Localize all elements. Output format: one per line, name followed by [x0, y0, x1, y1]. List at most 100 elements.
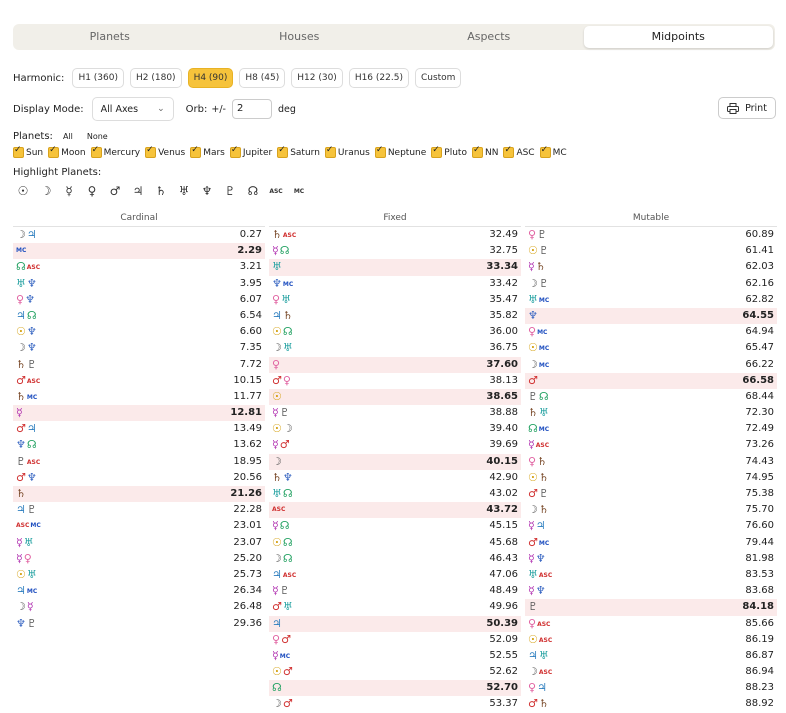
planet-checkbox-mars[interactable]: Mars [190, 145, 225, 158]
node-icon: ☊ [279, 244, 290, 258]
moon-icon: ☽ [16, 228, 26, 241]
highlight-neptune-icon[interactable]: ♆ [198, 184, 216, 198]
highlight-mc-icon[interactable]: MC [290, 188, 308, 195]
tab-planets[interactable]: Planets [15, 26, 205, 48]
mc-icon: MC [538, 539, 550, 547]
harmonic-button[interactable]: H4 (90) [187, 68, 234, 88]
planet-checkbox-uranus[interactable]: Uranus [324, 145, 370, 158]
harmonic-button[interactable]: H16 (22.5) [348, 68, 409, 88]
highlight-pluto-icon[interactable]: ♇ [221, 184, 239, 198]
midpoint-value: 6.07 [239, 293, 262, 305]
checkbox-checked-icon [145, 145, 157, 158]
venus-icon: ♀ [528, 616, 537, 630]
jupiter-icon: ♃ [26, 228, 37, 241]
midpoint-value: 6.60 [239, 326, 262, 338]
highlight-uranus-icon[interactable]: ♅ [175, 184, 193, 198]
midpoint-value: 48.49 [489, 585, 518, 597]
highlight-jupiter-icon[interactable]: ♃ [129, 184, 147, 198]
orb-input[interactable]: 2 [231, 99, 272, 119]
highlight-venus-icon[interactable]: ♀ [83, 184, 101, 198]
planet-checkbox-neptune[interactable]: Neptune [374, 145, 426, 158]
mercury-icon: ☿ [26, 600, 34, 614]
planet-checkbox-label: Moon [61, 147, 86, 158]
midpoint-value: 45.15 [489, 520, 518, 532]
moon-icon: ☽ [528, 503, 538, 517]
midpoint-row: ♄MC 11.77 [13, 389, 265, 405]
midpoint-row: ♇☊ 68.44 [525, 389, 777, 405]
midpoint-value: 52.70 [486, 682, 518, 694]
midpoint-pair: ♀♂ [272, 632, 292, 649]
midpoint-row: ♇ 84.18 [525, 599, 777, 616]
harmonic-button[interactable]: H12 (30) [291, 68, 343, 88]
display-mode-select[interactable]: All Axes ⌄ [91, 97, 174, 121]
asc-icon: ASC [282, 571, 297, 579]
planets-all-link[interactable]: All [63, 132, 73, 141]
jupiter-icon: ♃ [535, 519, 546, 533]
midpoint-pair: ♆♇ [16, 616, 38, 633]
midpoint-row: ☿♇ 48.49 [269, 583, 521, 599]
display-mode-label: Display Mode: [13, 103, 84, 115]
midpoint-pair: ☉ [272, 389, 283, 406]
highlight-mars-icon[interactable]: ♂ [106, 184, 124, 198]
sun-icon: ☉ [272, 535, 282, 549]
moon-icon: ☽ [16, 600, 26, 614]
asc-icon: ASC [535, 442, 550, 450]
planet-checkbox-saturn[interactable]: Saturn [277, 145, 320, 158]
tab-midpoints[interactable]: Midpoints [583, 26, 773, 48]
harmonic-button[interactable]: Custom [414, 68, 462, 88]
uranus-icon: ♅ [26, 567, 37, 581]
orb-unit: deg [277, 103, 296, 115]
highlight-sun-icon[interactable]: ☉ [14, 184, 32, 198]
highlight-label-row: Highlight Planets: [13, 167, 109, 178]
highlight-saturn-icon[interactable]: ♄ [152, 184, 170, 198]
saturn-icon: ♄ [282, 308, 293, 322]
midpoint-row: ☉♆ 6.60 [13, 324, 265, 340]
midpoint-row: ♄ASC 32.49 [269, 227, 521, 243]
print-button[interactable]: Print [718, 97, 776, 119]
midpoint-value: 6.54 [239, 309, 262, 321]
midpoint-value: 86.19 [745, 633, 774, 645]
planet-checkbox-mc[interactable]: MC [539, 145, 567, 158]
midpoint-pair: ♂♃ [16, 421, 38, 438]
midpoint-value: 7.72 [239, 358, 262, 370]
midpoint-tabs: Planets Houses Aspects Midpoints [13, 24, 775, 50]
midpoint-row: ☿ 12.81 [13, 405, 265, 422]
planet-checkbox-venus[interactable]: Venus [145, 145, 185, 158]
asc-icon: ASC [537, 620, 551, 628]
midpoint-row: ☿♆ 83.68 [525, 583, 777, 599]
planet-checkbox-asc[interactable]: ASC [503, 145, 535, 158]
highlight-asc-icon[interactable]: ASC [267, 188, 285, 195]
tab-aspects[interactable]: Aspects [394, 26, 584, 48]
harmonic-button[interactable]: H8 (45) [239, 68, 286, 88]
midpoint-row: ♀♅ 35.47 [269, 292, 521, 308]
highlight-mercury-icon[interactable]: ☿ [60, 184, 78, 198]
planet-checkbox-mercury[interactable]: Mercury [90, 145, 140, 158]
midpoint-row: ♂♃ 13.49 [13, 421, 265, 437]
harmonic-button[interactable]: H1 (360) [72, 68, 124, 88]
planet-checkbox-pluto[interactable]: Pluto [431, 145, 467, 158]
mars-icon: ♂ [16, 422, 26, 436]
highlight-node-icon[interactable]: ☊ [244, 184, 262, 198]
planet-checkbox-sun[interactable]: Sun [13, 145, 43, 158]
midpoint-pair: ♆MC [272, 276, 294, 293]
midpoint-row: ♄♅ 72.30 [525, 405, 777, 421]
planet-checkbox-moon[interactable]: Moon [48, 145, 86, 158]
mercury-icon: ☿ [272, 584, 279, 598]
checkbox-checked-icon [48, 145, 60, 158]
planets-none-link[interactable]: None [87, 132, 108, 141]
saturn-icon: ♄ [537, 454, 547, 468]
midpoint-row: ♃ 50.39 [269, 615, 521, 632]
highlight-moon-icon[interactable]: ☽ [37, 184, 55, 198]
midpoint-pair: ♃♄ [272, 308, 294, 325]
jupiter-icon: ♃ [16, 584, 26, 598]
planet-checkbox-nn[interactable]: NN [471, 145, 498, 158]
harmonic-button[interactable]: H2 (180) [130, 68, 182, 88]
midpoint-row: ♂ 66.58 [525, 372, 777, 389]
tab-houses[interactable]: Houses [205, 26, 395, 48]
midpoint-row: ☽ 40.15 [269, 453, 521, 470]
planets-label: Planets: [13, 131, 53, 142]
midpoint-row: ♃MC 26.34 [13, 583, 265, 599]
planet-checkbox-jupiter[interactable]: Jupiter [229, 145, 272, 158]
midpoint-value: 33.34 [486, 261, 518, 273]
uranus-icon: ♅ [528, 292, 538, 306]
